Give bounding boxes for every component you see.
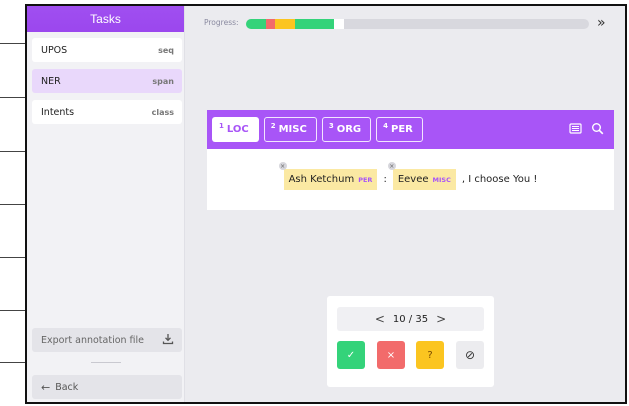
check-icon: ✓ — [346, 349, 356, 361]
entity-span[interactable]: × Eevee MISC — [387, 162, 456, 190]
entity-tag: MISC — [432, 175, 451, 184]
annotation-panel: 1 LOC 2 MISC 3 ORG 4 PER × Ash Ketchum P… — [207, 110, 614, 210]
progress-segment-ignored — [275, 19, 296, 29]
task-type: class — [151, 107, 174, 117]
download-icon — [162, 333, 174, 348]
sidebar: Tasks UPOS seq NER span Intents class Ex… — [27, 6, 185, 402]
ruler-tick — [0, 204, 25, 205]
task-type: seq — [158, 45, 174, 55]
progress-label: Progress: — [204, 18, 239, 27]
cross-icon: × — [386, 349, 396, 361]
ruler-tick — [0, 97, 25, 98]
label-shortcut: 1 — [219, 121, 224, 130]
reject-button[interactable]: × — [377, 341, 405, 369]
label-shortcut: 4 — [383, 121, 388, 130]
flag-button[interactable]: ? — [416, 341, 444, 369]
task-item-ner[interactable]: NER span — [32, 69, 182, 93]
ruler-tick — [0, 43, 25, 44]
label-toolbar: 1 LOC 2 MISC 3 ORG 4 PER — [207, 110, 614, 149]
label-name: PER — [391, 124, 413, 135]
double-chevron-right-icon[interactable]: » — [597, 15, 606, 31]
task-name: NER — [41, 75, 61, 87]
entity-span[interactable]: × Ash Ketchum PER — [278, 162, 378, 190]
progress-segment-rejected — [265, 19, 276, 29]
label-button-misc[interactable]: 2 MISC — [263, 117, 317, 142]
entity-text: Eevee — [397, 174, 429, 185]
page-position: 10 / 35 — [392, 313, 429, 325]
label-shortcut: 2 — [270, 121, 276, 130]
token[interactable]: , I choose You ! — [462, 174, 538, 185]
progress-segment-accepted — [295, 19, 335, 29]
ruler-tick — [0, 257, 25, 258]
progress-bar — [246, 19, 589, 29]
ruler-tick — [0, 310, 25, 311]
ban-icon: ⊘ — [464, 348, 476, 362]
chevron-right-icon[interactable]: > — [436, 312, 446, 326]
label-button-loc[interactable]: 1 LOC — [212, 117, 259, 142]
task-name: Intents — [41, 106, 75, 118]
ruler-tick — [0, 151, 25, 152]
label-button-org[interactable]: 3 ORG — [321, 117, 372, 142]
export-label: Export annotation file — [41, 334, 145, 346]
question-icon: ? — [427, 349, 433, 361]
toolbar-icons — [569, 122, 604, 135]
remove-entity-icon[interactable]: × — [387, 162, 396, 170]
sidebar-title: Tasks — [27, 6, 184, 32]
chevron-left-icon[interactable]: < — [375, 312, 385, 326]
label-name: MISC — [278, 124, 307, 135]
back-label: Back — [55, 381, 79, 393]
export-annotation-button[interactable]: Export annotation file — [32, 328, 182, 352]
entity-text: Ash Ketchum — [288, 174, 355, 185]
label-name: ORG — [336, 124, 362, 135]
accept-button[interactable]: ✓ — [337, 341, 365, 369]
task-item-upos[interactable]: UPOS seq — [32, 38, 182, 62]
arrow-left-icon: ← — [41, 380, 51, 394]
task-type: span — [152, 76, 174, 86]
label-button-per[interactable]: 4 PER — [376, 117, 423, 142]
entity-tag: PER — [358, 175, 373, 184]
progress-segment-accepted — [246, 19, 266, 29]
back-button[interactable]: ← Back — [32, 375, 182, 399]
remove-entity-icon[interactable]: × — [278, 162, 287, 170]
search-icon[interactable] — [591, 122, 604, 135]
review-card: < 10 / 35 > ✓ × ? ⊘ — [327, 296, 494, 387]
app-window: Tasks UPOS seq NER span Intents class Ex… — [25, 4, 627, 404]
ignore-button[interactable]: ⊘ — [456, 341, 484, 369]
token[interactable]: : — [383, 174, 386, 185]
sidebar-divider — [91, 362, 121, 363]
ruler-tick — [0, 362, 25, 363]
pager: < 10 / 35 > — [337, 307, 484, 331]
sentence: × Ash Ketchum PER : × Eevee MISC , I cho… — [207, 149, 614, 210]
label-name: LOC — [226, 124, 249, 135]
progress-segment-current — [334, 19, 345, 29]
task-item-intents[interactable]: Intents class — [32, 100, 182, 124]
task-name: UPOS — [41, 44, 68, 56]
list-icon[interactable] — [569, 122, 582, 135]
label-shortcut: 3 — [328, 121, 334, 130]
